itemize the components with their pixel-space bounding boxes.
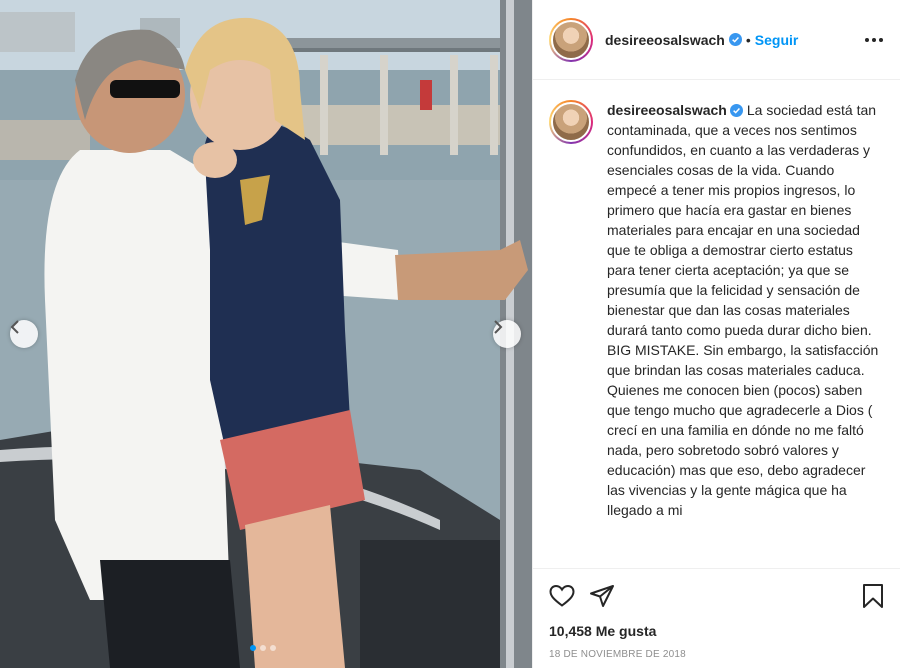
carousel-dot-1 [250,645,256,651]
header-username[interactable]: desireeosalswach [605,32,725,48]
post-caption: desireeosalswach La sociedad está tan co… [549,100,884,568]
header-separator: • [745,31,751,48]
post-date: 18 DE NOVIEMBRE DE 2018 [549,649,686,660]
post-header: desireeosalswach • Seguir [533,0,900,80]
caption-username[interactable]: desireeosalswach [607,102,727,118]
verified-icon [729,104,743,117]
post-actions: 10,458 Me gusta 18 DE NOVIEMBRE DE 2018 [533,568,900,668]
post-image [0,0,532,668]
verified-icon [728,33,742,46]
avatar[interactable] [549,17,593,62]
post-photo[interactable] [0,0,532,668]
caption-text: desireeosalswach La sociedad está tan co… [607,100,884,568]
carousel-dot-2 [260,645,266,651]
share-icon[interactable] [589,584,615,608]
follow-button[interactable]: Seguir [755,32,799,48]
next-slide-button[interactable] [493,320,521,348]
chevron-right-icon [494,320,503,334]
more-options-button[interactable] [864,37,884,43]
bookmark-icon[interactable] [862,583,884,609]
chevron-left-icon [10,320,19,334]
caption-body: La sociedad está tan contaminada, que a … [607,102,879,518]
heart-icon[interactable] [549,584,575,608]
caption-avatar[interactable] [549,100,593,144]
post-side-panel: desireeosalswach • Seguir desireeosalswa… [532,0,900,668]
carousel-dot-3 [270,645,276,651]
likes-count[interactable]: 10,458 Me gusta [549,623,884,639]
carousel-indicator [250,645,276,651]
more-options-icon [865,37,883,42]
previous-slide-button[interactable] [10,320,38,348]
